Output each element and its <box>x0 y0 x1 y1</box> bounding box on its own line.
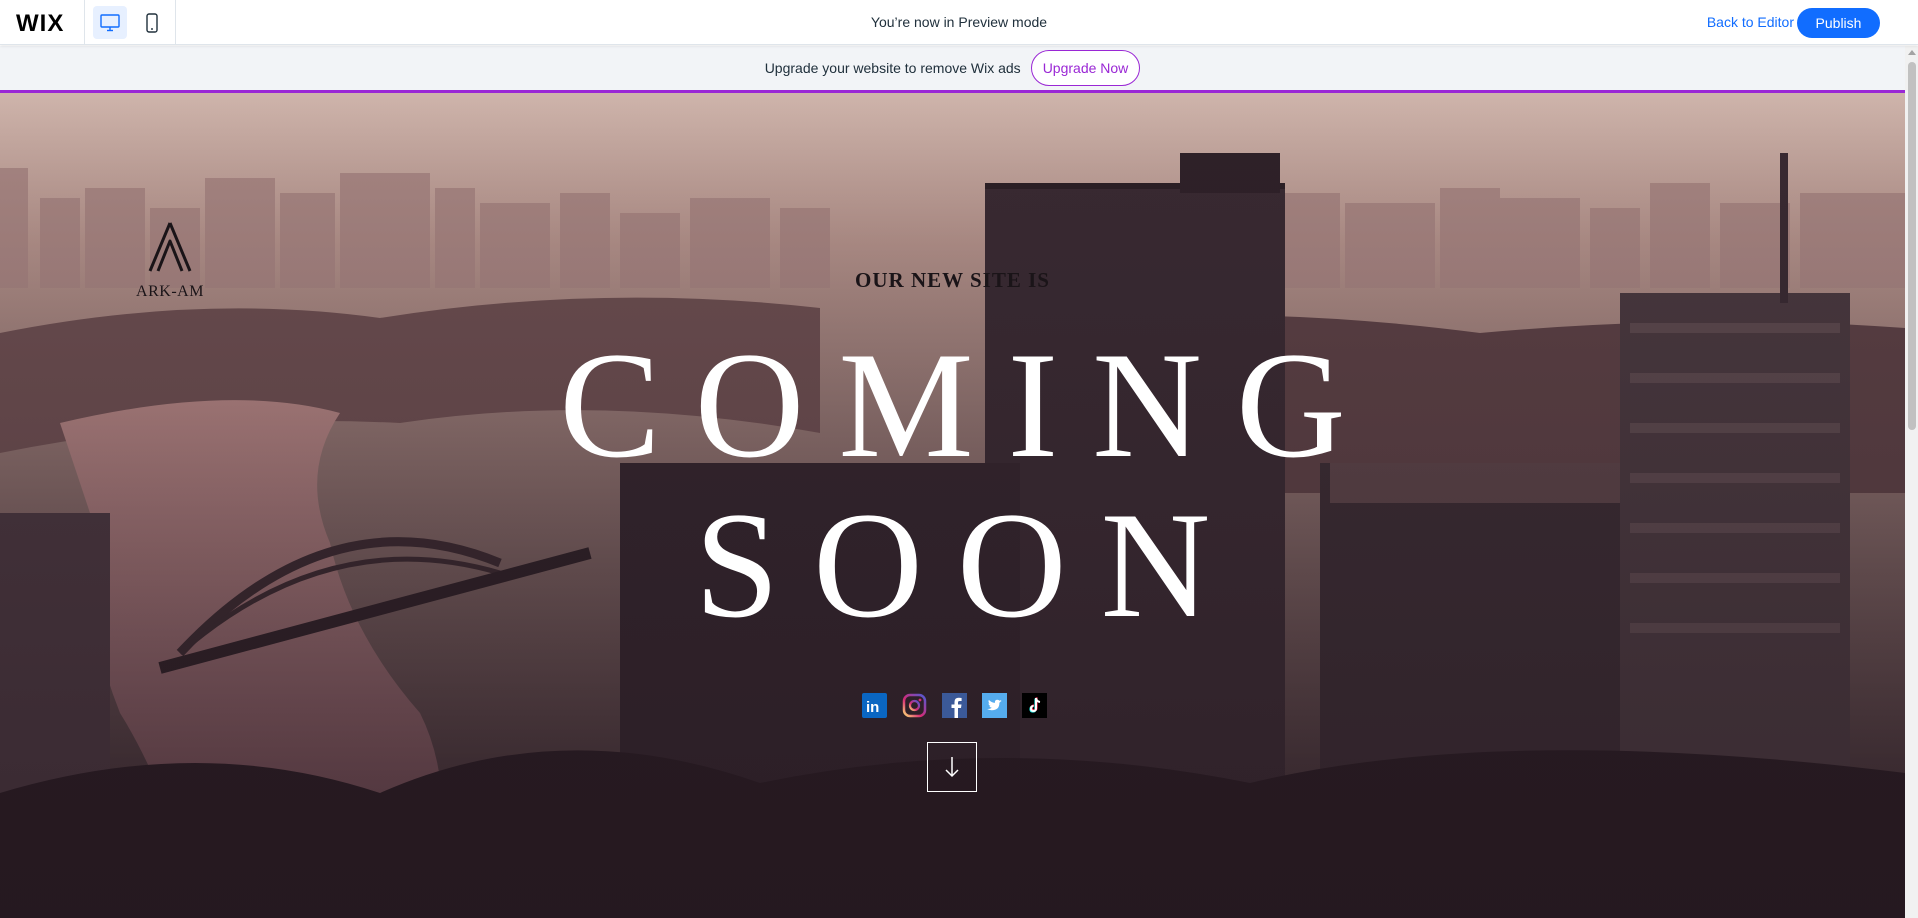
tiktok-icon <box>1022 693 1047 718</box>
preview-toolbar: WIX You’re now in Preview mode Back to E… <box>0 0 1918 45</box>
arrow-down-icon <box>945 757 959 778</box>
page-scrollbar[interactable] <box>1905 46 1918 918</box>
scrollbar-thumb[interactable] <box>1908 62 1916 430</box>
hero-title-line-1: COMING <box>559 321 1380 489</box>
instagram-link[interactable] <box>902 693 927 718</box>
hero-title-line-2: SOON <box>694 481 1245 649</box>
hero-section: ARK-AM OUR NEW SITE IS COMING SOON in <box>0 93 1905 918</box>
instagram-icon <box>902 693 927 718</box>
tiktok-link[interactable] <box>1022 693 1047 718</box>
scroll-up-icon[interactable] <box>1908 50 1916 55</box>
facebook-link[interactable] <box>942 693 967 718</box>
upgrade-banner-text: Upgrade your website to remove Wix ads <box>764 60 1021 76</box>
upgrade-now-button[interactable]: Upgrade Now <box>1030 50 1141 86</box>
scroll-down-button[interactable] <box>927 742 977 792</box>
svg-text:in: in <box>866 699 879 716</box>
facebook-icon <box>942 693 967 718</box>
hero-subtitle: OUR NEW SITE IS <box>855 268 1050 292</box>
back-to-editor-link[interactable]: Back to Editor <box>1707 14 1794 30</box>
twitter-icon <box>982 693 1007 718</box>
twitter-link[interactable] <box>982 693 1007 718</box>
preview-mode-message: You’re now in Preview mode <box>870 14 1048 30</box>
publish-button[interactable]: Publish <box>1797 8 1880 38</box>
social-bar: in <box>862 693 1047 718</box>
linkedin-icon: in <box>862 693 887 718</box>
upgrade-banner: Upgrade your website to remove Wix ads U… <box>0 46 1905 93</box>
linkedin-link[interactable]: in <box>862 693 887 718</box>
